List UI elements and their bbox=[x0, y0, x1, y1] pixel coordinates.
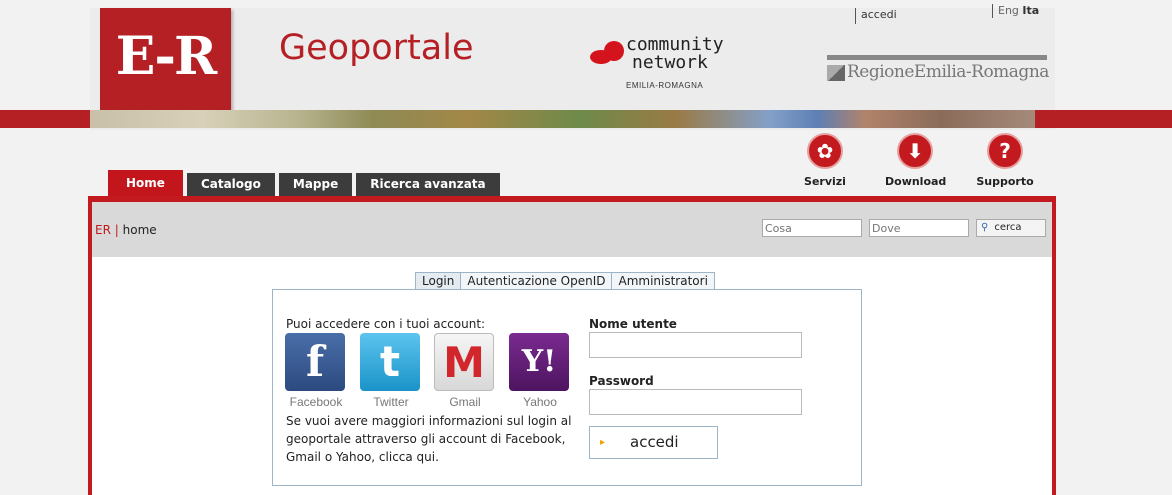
breadcrumb-root[interactable]: ER bbox=[95, 223, 111, 237]
regione-logo[interactable]: RegioneEmilia-Romagna bbox=[827, 55, 1049, 95]
username-field[interactable] bbox=[589, 332, 802, 358]
community-line2: network bbox=[632, 52, 708, 73]
main-nav: Home Catalogo Mappe Ricerca avanzata bbox=[108, 170, 500, 196]
community-logo-text: community network bbox=[626, 36, 724, 72]
community-blob-icon bbox=[604, 41, 624, 61]
community-network-logo[interactable]: community network EMILIA-ROMAGNA bbox=[588, 36, 738, 94]
breadcrumb-bar: ER | home ⚲ cerca bbox=[92, 202, 1052, 257]
yahoo-login-button[interactable]: Y! Yahoo bbox=[509, 333, 571, 409]
login-submit-label: accedi bbox=[630, 433, 679, 451]
language-switch: Eng Ita bbox=[992, 4, 1039, 18]
gmail-icon: M bbox=[434, 333, 494, 391]
arrow-icon: ▸ bbox=[600, 437, 606, 448]
download-button[interactable]: ⬇ Download bbox=[885, 133, 947, 188]
yahoo-icon: Y! bbox=[509, 333, 569, 391]
search-dove-input[interactable] bbox=[869, 219, 969, 237]
username-label: Nome utente bbox=[589, 317, 677, 331]
servizi-button[interactable]: ✿ Servizi bbox=[795, 133, 855, 188]
services-icon: ✿ bbox=[807, 133, 843, 169]
search-button-label: cerca bbox=[994, 222, 1022, 233]
site-title: Geoportale bbox=[279, 28, 474, 68]
login-box: Puoi accedere con i tuoi account: f Face… bbox=[272, 289, 862, 486]
login-info-text[interactable]: Se vuoi avere maggiori informazioni sul … bbox=[286, 412, 586, 466]
lang-ita-link[interactable]: Ita bbox=[1022, 4, 1039, 17]
main-panel: ER | home ⚲ cerca Login Autenticazione Op… bbox=[88, 196, 1056, 495]
breadcrumb-current: home bbox=[122, 223, 157, 237]
search-button[interactable]: ⚲ cerca bbox=[976, 219, 1046, 237]
lang-eng-link[interactable]: Eng bbox=[998, 4, 1019, 17]
search-icon: ⚲ bbox=[981, 222, 989, 233]
tab-mappe[interactable]: Mappe bbox=[278, 173, 353, 196]
login-submit-button[interactable]: ▸ accedi bbox=[589, 426, 718, 459]
facebook-icon: f bbox=[285, 333, 345, 391]
twitter-icon: t bbox=[360, 333, 420, 391]
map-banner bbox=[90, 110, 1035, 128]
tab-home[interactable]: Home bbox=[108, 170, 183, 196]
support-icon: ? bbox=[987, 133, 1023, 169]
regione-logo-bar bbox=[827, 55, 1047, 60]
regione-flag-icon bbox=[827, 65, 845, 81]
gmail-label: Gmail bbox=[449, 395, 481, 409]
download-icon: ⬇ bbox=[897, 133, 933, 169]
download-label: Download bbox=[885, 175, 947, 188]
supporto-label: Supporto bbox=[976, 175, 1034, 188]
facebook-login-button[interactable]: f Facebook bbox=[285, 333, 347, 409]
gmail-login-button[interactable]: M Gmail bbox=[434, 333, 496, 409]
yahoo-label: Yahoo bbox=[523, 395, 557, 409]
servizi-label: Servizi bbox=[804, 175, 846, 188]
password-label: Password bbox=[589, 374, 654, 388]
page: E-R Geoportale community network EMILIA-… bbox=[0, 0, 1172, 495]
search-cosa-input[interactable] bbox=[762, 219, 862, 237]
facebook-label: Facebook bbox=[289, 395, 343, 409]
password-field[interactable] bbox=[589, 389, 802, 415]
twitter-login-button[interactable]: t Twitter bbox=[360, 333, 422, 409]
supporto-button[interactable]: ? Supporto bbox=[975, 133, 1035, 188]
twitter-label: Twitter bbox=[373, 395, 409, 409]
social-intro: Puoi accedere con i tuoi account: bbox=[286, 317, 486, 331]
breadcrumb-separator: | bbox=[114, 223, 119, 237]
tab-amministratori[interactable]: Amministratori bbox=[612, 273, 713, 290]
top-login-link[interactable]: accedi bbox=[855, 8, 897, 24]
er-logo[interactable]: E-R bbox=[100, 8, 231, 115]
tab-login[interactable]: Login bbox=[416, 273, 462, 290]
community-region: EMILIA-ROMAGNA bbox=[626, 81, 704, 90]
regione-logo-text: RegioneEmilia-Romagna bbox=[847, 62, 1049, 82]
breadcrumb: ER | home bbox=[95, 223, 157, 237]
tab-catalogo[interactable]: Catalogo bbox=[186, 173, 275, 196]
tab-ricerca-avanzata[interactable]: Ricerca avanzata bbox=[356, 173, 500, 196]
tab-openid[interactable]: Autenticazione OpenID bbox=[461, 273, 613, 290]
